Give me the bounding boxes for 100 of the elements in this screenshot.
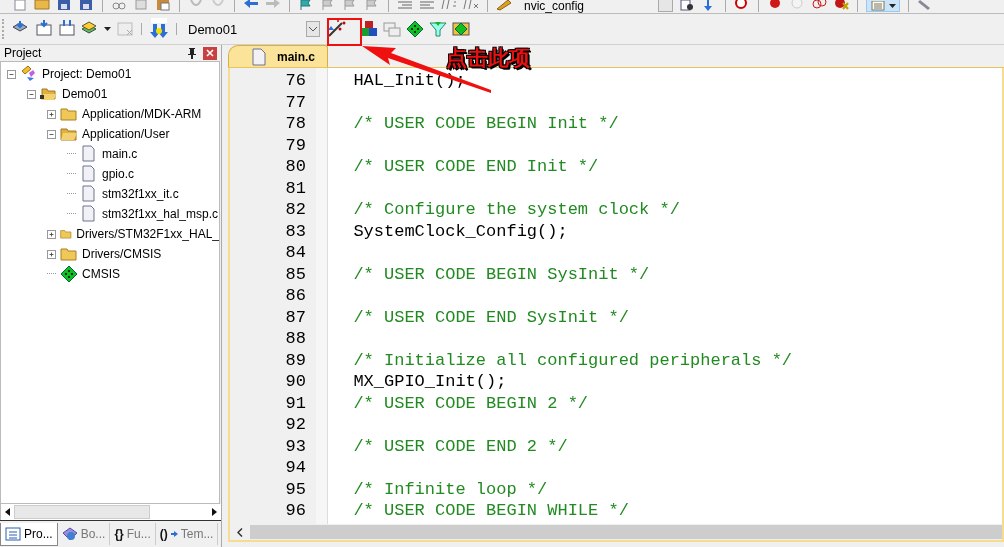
caret-icon xyxy=(889,3,896,8)
combo-text: Demo01 xyxy=(187,21,238,37)
panel-title: Project xyxy=(4,46,43,60)
tree-item[interactable]: Drivers/STM32F1xx_HAL_ xyxy=(76,227,219,241)
breakpoints-icon[interactable] xyxy=(811,0,827,12)
close-button[interactable] xyxy=(203,46,217,60)
scroll-right-icon[interactable] xyxy=(212,508,217,516)
line-number: 76 xyxy=(284,71,307,91)
breakpoint-remove-icon[interactable] xyxy=(833,0,849,12)
disks-icon[interactable] xyxy=(78,0,94,12)
pin-icon[interactable] xyxy=(187,47,197,59)
magic-wand-icon xyxy=(326,20,346,38)
tree-item[interactable]: Application/MDK-ARM xyxy=(82,107,202,121)
tree-item[interactable]: stm32f1xx_hal_msp.c xyxy=(102,207,219,221)
tree-item[interactable]: Demo01 xyxy=(62,87,108,101)
line-number: 79 xyxy=(284,135,307,155)
comment-icon[interactable] xyxy=(441,0,457,12)
panel-tab[interactable]: {} Fu... xyxy=(110,523,156,545)
code-comment: /* Configure the system clock */ xyxy=(352,200,680,220)
line-number: 95 xyxy=(284,479,307,499)
caret-icon[interactable] xyxy=(104,27,111,31)
folder-icon xyxy=(60,105,78,123)
file-icon xyxy=(80,165,98,183)
expand-toggle[interactable] xyxy=(47,109,56,119)
scroll-left-icon[interactable] xyxy=(5,508,10,516)
line-number: 87 xyxy=(284,307,307,327)
open-folder-icon xyxy=(60,125,78,143)
uncomment-icon[interactable] xyxy=(463,0,479,12)
diamond-icon xyxy=(60,265,78,283)
annotation-text: 点击此项 xyxy=(446,45,530,72)
expand-toggle[interactable] xyxy=(47,249,56,259)
line-number: 92 xyxy=(284,415,307,435)
expand-toggle[interactable] xyxy=(47,229,56,239)
code-line: MX_GPIO_Init(); xyxy=(352,372,507,392)
tree-item[interactable]: stm32f1xx_it.c xyxy=(102,187,179,201)
file-icon xyxy=(80,145,98,163)
expand-toggle[interactable] xyxy=(7,69,16,79)
scroll-left-icon[interactable] xyxy=(237,527,243,537)
line-number: 82 xyxy=(284,200,307,220)
code-comment: /* USER CODE BEGIN SysInit */ xyxy=(352,264,650,284)
code-line: HAL_Init(); xyxy=(352,71,466,91)
open-folder-icon xyxy=(40,85,58,103)
code-comment: /* USER CODE BEGIN 2 */ xyxy=(352,393,589,413)
scissors-icon[interactable] xyxy=(111,0,127,12)
panel-tab[interactable]: () Tem... xyxy=(155,523,219,545)
line-number: 80 xyxy=(284,157,307,177)
view-button[interactable] xyxy=(866,0,900,12)
expand-toggle[interactable] xyxy=(47,129,56,139)
line-number: 86 xyxy=(284,286,307,306)
file-tab[interactable]: main.c xyxy=(228,45,328,67)
build-icon[interactable] xyxy=(35,20,53,38)
clipboard-icon[interactable] xyxy=(155,0,171,12)
project-icon xyxy=(20,65,38,83)
book-icon xyxy=(61,526,78,542)
component-blocks-icon[interactable] xyxy=(360,20,378,38)
file-icon xyxy=(80,185,98,203)
tree-item[interactable]: Application/User xyxy=(82,127,170,141)
target-combo[interactable]: nvic_config xyxy=(520,0,660,13)
line-number: 88 xyxy=(284,329,307,349)
code-comment: /* USER CODE BEGIN Init */ xyxy=(352,114,619,134)
line-number: 81 xyxy=(284,178,307,198)
panel-tab[interactable]: Bo... xyxy=(57,523,111,545)
tree-item[interactable]: main.c xyxy=(102,147,138,161)
line-number: 85 xyxy=(284,264,307,284)
code-comment: /* USER CODE BEGIN WHILE */ xyxy=(352,501,629,521)
code-comment: /* Initialize all configured peripherals */ xyxy=(352,350,793,370)
panel-tab[interactable]: Pro... xyxy=(0,522,58,546)
target-combo[interactable]: Demo01 xyxy=(184,19,320,39)
line-number: 77 xyxy=(284,92,307,112)
code-comment: /* Infinite loop */ xyxy=(352,479,548,499)
flag-icon[interactable] xyxy=(298,0,314,12)
line-number: 89 xyxy=(284,350,307,370)
line-number: 91 xyxy=(284,393,307,413)
line-number: 93 xyxy=(284,436,307,456)
file-icon xyxy=(251,47,267,66)
tree-item[interactable]: Drivers/CMSIS xyxy=(82,247,162,261)
funnel-icon[interactable] xyxy=(429,20,447,38)
code-comment: /* USER CODE END Init */ xyxy=(352,157,599,177)
combo-text: nvic_config xyxy=(524,0,585,13)
tree-item[interactable]: Project: Demo01 xyxy=(42,67,132,81)
tree-item[interactable]: gpio.c xyxy=(102,167,135,181)
line-number: 84 xyxy=(284,243,307,263)
code-line: SystemClock_Config(); xyxy=(352,221,568,241)
horizontal-scrollbar[interactable] xyxy=(0,504,221,520)
line-number: 78 xyxy=(284,114,307,134)
file-icon xyxy=(80,205,98,223)
line-number: 94 xyxy=(284,458,307,478)
line-number: 96 xyxy=(284,501,307,521)
rebuild-icon[interactable] xyxy=(58,20,76,38)
diamond-icon[interactable] xyxy=(406,20,424,38)
find-in-files-icon[interactable] xyxy=(679,0,695,12)
line-number: 83 xyxy=(284,221,307,241)
expand-toggle[interactable] xyxy=(27,89,36,99)
window-icon xyxy=(870,0,886,11)
tree-item[interactable]: CMSIS xyxy=(82,267,120,281)
debug-icon[interactable] xyxy=(734,0,750,12)
pack-installer-icon[interactable] xyxy=(452,20,470,38)
highlight-rectangle xyxy=(327,18,362,46)
window-icon xyxy=(5,525,21,542)
download-icon[interactable] xyxy=(149,18,169,40)
